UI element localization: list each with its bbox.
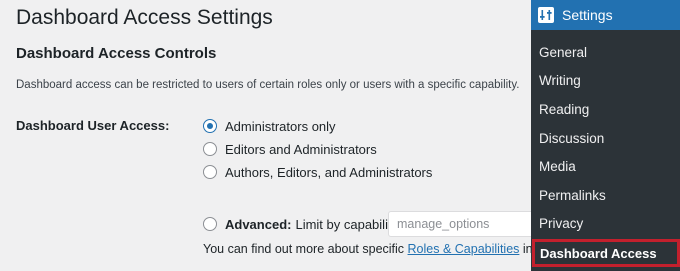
settings-menu-label: Settings — [562, 7, 613, 23]
sidebar-item-privacy[interactable]: Privacy — [531, 210, 680, 239]
more-info-prefix: You can find out more about specific — [203, 242, 408, 256]
more-info-text: You can find out more about specific Rol… — [203, 242, 531, 256]
section-description: Dashboard access can be restricted to us… — [16, 79, 520, 91]
sidebar-item-permalinks[interactable]: Permalinks — [531, 181, 680, 210]
sidebar-item-general[interactable]: General — [531, 38, 680, 67]
sidebar-item-media[interactable]: Media — [531, 152, 680, 181]
admin-sidebar: Settings General Writing Reading Discuss… — [531, 0, 680, 271]
advanced-label: Advanced: — [225, 216, 292, 232]
page-title: Dashboard Access Settings — [16, 6, 273, 29]
roles-capabilities-link[interactable]: Roles & Capabilities — [408, 242, 520, 256]
radio-editors-and-administrators[interactable]: Editors and Administrators — [203, 140, 377, 158]
limit-by-capability-label: Limit by capability: — [295, 216, 402, 232]
settings-menu-header[interactable]: Settings — [531, 0, 680, 30]
radio-button[interactable] — [203, 217, 217, 231]
dashboard-user-access-label: Dashboard User Access: — [16, 118, 170, 133]
settings-submenu: General Writing Reading Discussion Media… — [531, 30, 680, 238]
radio-label: Editors and Administrators — [225, 141, 377, 157]
radio-administrators-only[interactable]: Administrators only — [203, 117, 336, 135]
settings-sliders-icon — [538, 7, 554, 23]
radio-advanced-capability[interactable]: Advanced: Limit by capability: — [203, 215, 402, 233]
sidebar-item-reading[interactable]: Reading — [531, 95, 680, 124]
radio-label: Administrators only — [225, 118, 336, 134]
sidebar-item-discussion[interactable]: Discussion — [531, 124, 680, 153]
radio-button-checked[interactable] — [203, 119, 217, 133]
section-title: Dashboard Access Controls — [16, 45, 217, 62]
radio-label: Authors, Editors, and Administrators — [225, 164, 433, 180]
capability-input[interactable]: manage_options — [388, 211, 531, 237]
radio-button[interactable] — [203, 142, 217, 156]
sidebar-item-writing[interactable]: Writing — [531, 67, 680, 96]
radio-button[interactable] — [203, 165, 217, 179]
radio-authors-editors-administrators[interactable]: Authors, Editors, and Administrators — [203, 163, 432, 181]
more-info-suffix: in the — [522, 242, 531, 256]
sidebar-item-dashboard-access[interactable]: Dashboard Access — [532, 239, 680, 267]
settings-main-panel: Dashboard Access Settings Dashboard Acce… — [0, 0, 531, 271]
